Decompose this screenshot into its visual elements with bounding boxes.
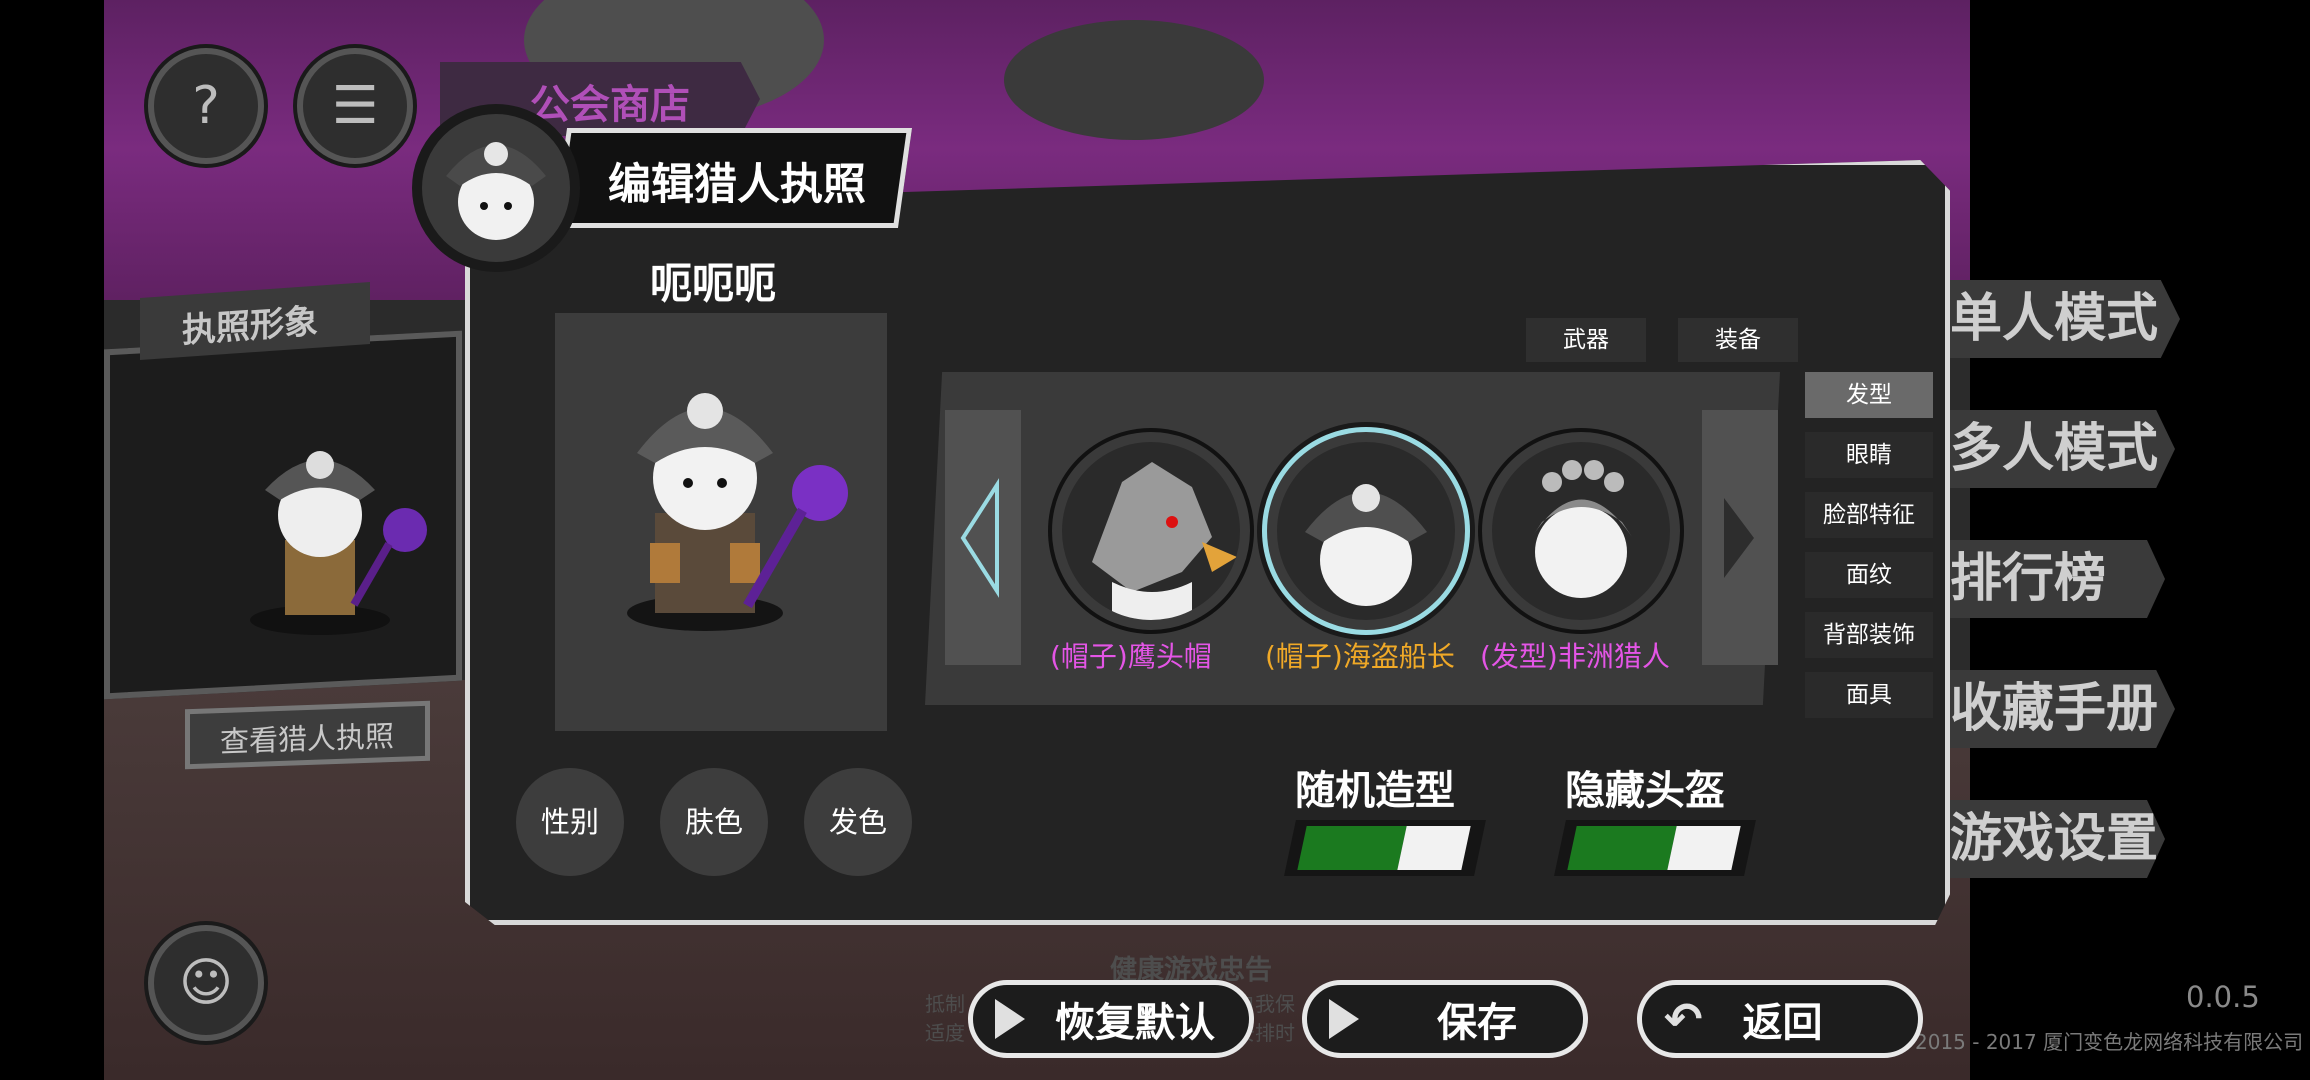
toggle-on-fill — [1297, 826, 1407, 870]
tab-label: 背部装饰 — [1823, 622, 1915, 648]
toggle-knob — [1397, 826, 1471, 870]
save-button[interactable]: 保存 — [1302, 980, 1588, 1058]
tab-back-decoration[interactable]: 背部装饰 — [1805, 612, 1933, 658]
tab-label: 脸部特征 — [1823, 502, 1915, 528]
back-button[interactable]: ↶ 返回 — [1637, 980, 1923, 1058]
tab-label: 发型 — [1846, 382, 1892, 408]
tab-label: 武器 — [1563, 327, 1609, 353]
menu-label: 单人模式 — [1950, 289, 2159, 349]
tab-mask[interactable]: 面具 — [1805, 672, 1933, 718]
customer-service-icon[interactable]: ? — [148, 48, 264, 164]
chevron-left-icon — [960, 478, 999, 598]
version-label: 0.0.5 — [2186, 980, 2260, 1014]
return-arrow-icon: ↶ — [1664, 992, 1703, 1046]
tab-label: 眼睛 — [1846, 442, 1892, 468]
play-icon — [1329, 999, 1359, 1039]
menu-settings[interactable]: 游戏设置 — [1940, 800, 2165, 878]
item-label: (帽子)海盗船长 — [1265, 640, 1455, 673]
hairstyle-icon — [1532, 460, 1632, 598]
tab-facial-features[interactable]: 脸部特征 — [1805, 492, 1933, 538]
button-label: 肤色 — [684, 805, 743, 839]
view-license-label: 查看猎人执照 — [220, 718, 395, 760]
item-pirate-captain[interactable] — [1267, 432, 1465, 630]
friends-icon[interactable]: ☺ — [148, 925, 264, 1041]
menu-label: 排行榜 — [1950, 549, 2107, 609]
copyright-label: 2015 - 2017 厦门变色龙网络科技有限公司 — [1915, 1030, 2304, 1054]
prev-arrow-button[interactable] — [945, 410, 1021, 665]
next-arrow-button[interactable] — [1702, 410, 1778, 665]
background-cloud — [1004, 20, 1264, 140]
eagle-head-icon — [1092, 462, 1237, 620]
item-label: (发型)非洲猎人 — [1480, 640, 1670, 673]
tab-eyes[interactable]: 眼睛 — [1805, 432, 1933, 478]
toggle-on-fill — [1567, 826, 1677, 870]
tab-label: 面具 — [1846, 682, 1892, 708]
menu-multi-player[interactable]: 多人模式 — [1940, 410, 2175, 488]
restore-default-button[interactable]: 恢复默认 — [968, 980, 1254, 1058]
avatar — [412, 104, 580, 272]
skin-color-button[interactable]: 肤色 — [660, 768, 768, 876]
menu-label: 收藏手册 — [1950, 679, 2159, 739]
view-license-button[interactable]: 查看猎人执照 — [185, 700, 430, 770]
tab-hairstyle[interactable]: 发型 — [1805, 372, 1933, 418]
tab-weapon[interactable]: 武器 — [1526, 318, 1646, 362]
gender-button[interactable]: 性别 — [516, 768, 624, 876]
pirate-hat-icon — [1305, 484, 1427, 606]
dialog-title: 编辑猎人执照 — [608, 160, 866, 210]
tab-label: 装备 — [1715, 327, 1761, 353]
notes-icon[interactable]: ☰ — [297, 48, 413, 164]
button-label: 恢复默认 — [1055, 1000, 1215, 1046]
tab-face-pattern[interactable]: 面纹 — [1805, 552, 1933, 598]
toggle-knob — [1667, 826, 1741, 870]
menu-single-player[interactable]: 单人模式 — [1940, 280, 2180, 358]
menu-label: 多人模式 — [1950, 419, 2159, 479]
hide-helmet-toggle[interactable] — [1554, 820, 1756, 876]
button-label: 返回 — [1742, 1000, 1823, 1046]
play-icon — [995, 999, 1025, 1039]
random-style-label: 随机造型 — [1295, 768, 1455, 814]
pirate-hat-icon — [446, 142, 546, 240]
character-preview-icon — [627, 393, 848, 631]
menu-leaderboard[interactable]: 排行榜 — [1940, 540, 2165, 618]
player-name: 呃呃呃 — [650, 259, 777, 308]
hair-color-button[interactable]: 发色 — [804, 768, 912, 876]
license-character-icon — [250, 451, 427, 635]
health-notice-line: 适度 — [925, 1021, 965, 1045]
chevron-right-icon — [1724, 498, 1754, 578]
button-label: 保存 — [1437, 1000, 1517, 1046]
item-eagle-hat[interactable] — [1052, 432, 1250, 630]
menu-collection[interactable]: 收藏手册 — [1940, 670, 2175, 748]
character-preview — [555, 313, 887, 731]
item-african-hunter[interactable] — [1482, 432, 1680, 630]
random-style-toggle[interactable] — [1284, 820, 1486, 876]
tab-equipment[interactable]: 装备 — [1678, 318, 1798, 362]
license-image-label: 执照形象 — [182, 301, 318, 352]
button-label: 性别 — [540, 805, 599, 839]
button-label: 发色 — [828, 805, 887, 839]
health-notice-line: 抵制 — [925, 992, 965, 1016]
tab-label: 面纹 — [1846, 562, 1892, 588]
hide-helmet-label: 隐藏头盔 — [1565, 768, 1725, 814]
item-label: (帽子)鹰头帽 — [1050, 640, 1212, 673]
menu-label: 游戏设置 — [1950, 809, 2159, 869]
